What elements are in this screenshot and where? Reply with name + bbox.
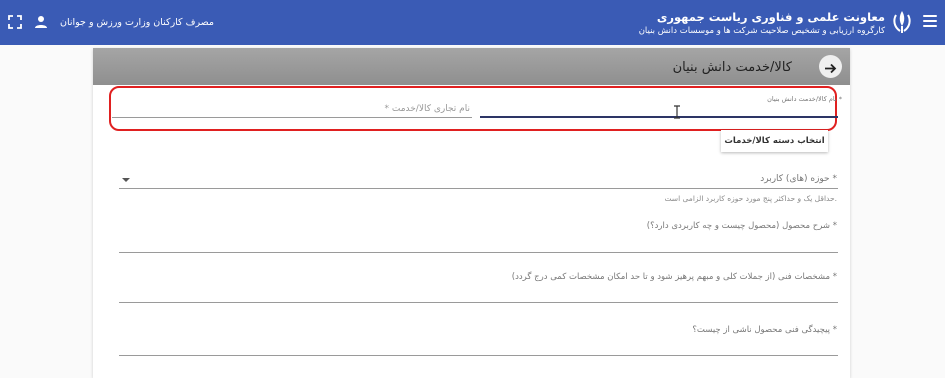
top-app-bar: معاونت علمی و فناوری ریاست جمهوری کارگرو… — [0, 0, 945, 45]
emblem-logo — [893, 11, 911, 33]
product-name-label: نام کالا/خدمت دانش بنیان * — [767, 95, 842, 103]
application-domain-hint: حداقل یک و حداکثر پنج مورد حوزه کاربرد ا… — [664, 194, 837, 203]
product-name-input[interactable] — [480, 104, 837, 116]
back-button[interactable] — [819, 55, 842, 78]
select-category-button[interactable]: انتخاب دسته کالا/خدمات — [721, 130, 828, 152]
user-org-label[interactable]: مصرف کارکنان وزارت ورزش و جوانان — [60, 17, 214, 28]
product-description-label: شرح محصول (محصول چیست و چه کاربردی دارد؟… — [646, 221, 837, 231]
organization-title: معاونت علمی و فناوری ریاست جمهوری — [656, 10, 885, 24]
card-header: کالا/خدمت دانش بنیان — [93, 48, 850, 85]
fullscreen-icon[interactable] — [8, 15, 22, 29]
product-name-underline — [480, 116, 838, 118]
arrow-right-icon — [825, 63, 837, 74]
trade-name-underline — [112, 117, 472, 118]
text-cursor-icon — [674, 105, 680, 119]
application-domain-select[interactable] — [119, 188, 838, 189]
technical-complexity-label: پیچیدگی فنی محصول ناشی از چیست؟ * — [692, 325, 837, 335]
account-icon[interactable] — [34, 15, 48, 29]
product-description-field[interactable] — [119, 252, 838, 253]
header-tools: مصرف کارکنان وزارت ورزش و جوانان — [8, 13, 214, 31]
dropdown-arrow-icon[interactable] — [122, 178, 130, 182]
application-domain-label: حوزه (های) کاربرد * — [760, 174, 837, 184]
organization-subtitle: کارگروه ارزیابی و تشخیص صلاحیت شرکت ها و… — [638, 26, 885, 36]
trade-name-input[interactable] — [112, 103, 470, 115]
technical-specs-field[interactable] — [119, 302, 838, 303]
menu-icon[interactable] — [923, 15, 937, 27]
technical-complexity-field[interactable] — [119, 355, 838, 356]
technical-specs-label: مشخصات فنی (از جملات کلی و مبهم پرهیز شو… — [511, 272, 837, 282]
page-title: کالا/خدمت دانش بنیان — [672, 60, 792, 75]
